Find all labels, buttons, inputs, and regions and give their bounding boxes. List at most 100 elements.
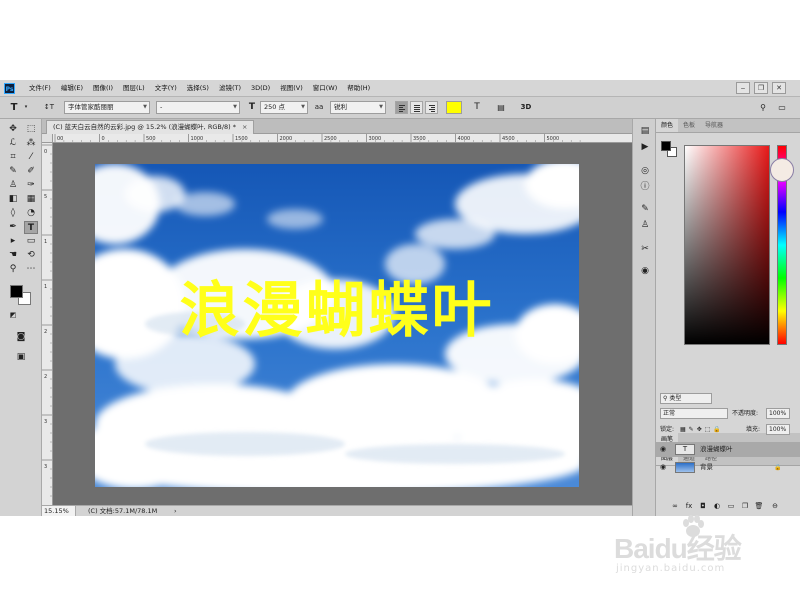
vertical-ruler[interactable]: 0 5 1 1 2 2 3 3 (42, 143, 53, 505)
menu-layer[interactable]: 图层(L) (118, 80, 150, 97)
crop-tool-icon[interactable]: ⌗ (6, 151, 20, 164)
type-tool-preset-icon[interactable]: T (6, 101, 22, 114)
chevron-down-icon: ▼ (301, 104, 305, 110)
warp-text-icon[interactable]: T (470, 101, 484, 114)
eyedropper-tool-icon[interactable]: ⁄ (24, 151, 38, 164)
move-tool-icon[interactable]: ✥ (6, 123, 20, 136)
quick-mask-icon[interactable]: ◙ (14, 331, 28, 344)
info-panel-icon[interactable]: ⓘ (638, 181, 652, 194)
paths-panel-icon[interactable]: ◉ (638, 265, 652, 278)
document-tab[interactable]: (C) 蓝天白云自然的云彩.jpg @ 15.2% (浪漫蝴蝶叶, RGB/8)… (46, 120, 255, 134)
color-panel-foreground-swatch[interactable] (661, 141, 671, 151)
font-family-select[interactable]: 字体管家酷丽丽 ▼ (64, 101, 150, 114)
chevron-down-icon: ▼ (379, 104, 383, 110)
link-layers-icon[interactable]: ∞ (670, 501, 680, 512)
text-color-swatch[interactable] (446, 101, 462, 114)
foreground-color-swatch[interactable] (10, 285, 23, 298)
layer-row-background[interactable]: ◉ 背景 🔒 (656, 460, 800, 475)
group-icon[interactable]: ▭ (726, 501, 736, 512)
3d-button[interactable]: 3D (518, 101, 534, 114)
menu-help[interactable]: 帮助(H) (342, 80, 375, 97)
history-panel-icon[interactable]: ▤ (638, 125, 652, 138)
tool-presets-icon[interactable]: ✂ (638, 243, 652, 256)
text-orientation-icon[interactable]: ↕T (40, 101, 58, 114)
ruler-ticks: 0 5 1 1 2 2 3 3 (42, 144, 52, 497)
shape-tool-icon[interactable]: ▭ (24, 235, 38, 248)
fill-field[interactable]: 100% (766, 424, 790, 435)
chevron-down-icon: ▼ (233, 104, 237, 110)
history-brush-icon[interactable]: ✑ (24, 179, 38, 192)
eye-icon[interactable]: ◉ (660, 460, 666, 475)
document-title: (C) 蓝天白云自然的云彩.jpg @ 15.2% (浪漫蝴蝶叶, RGB/8)… (53, 123, 237, 131)
menu-filter[interactable]: 滤镜(T) (214, 80, 246, 97)
screen-mode-icon[interactable]: ▣ (14, 351, 28, 364)
default-colors-icon[interactable]: ◩ (6, 309, 20, 322)
menu-image[interactable]: 图像(I) (88, 80, 118, 97)
clone-stamp-icon[interactable]: ♙ (6, 179, 20, 192)
align-right-button[interactable] (425, 101, 438, 114)
align-center-button[interactable] (410, 101, 423, 114)
lasso-tool-icon[interactable]: ℒ (6, 137, 20, 150)
ruler-ticks: 00 0 500 1000 1500 2000 2500 3000 3500 4000 4500 50… (54, 134, 581, 142)
ruler-label: 1500 (235, 136, 248, 142)
new-layer-icon[interactable]: ❐ (740, 501, 750, 512)
menu-file[interactable]: 文件(F) (24, 80, 56, 97)
zoom-tool-icon[interactable]: ⚲ (6, 263, 20, 276)
zoom-field[interactable]: 15.15% (42, 506, 76, 516)
zoom-out-icon[interactable]: ⊖ (770, 501, 780, 512)
brush-settings-icon[interactable]: ✎ (638, 203, 652, 216)
clone-source-icon[interactable]: ♙ (638, 219, 652, 232)
document-info[interactable]: (C) 文档:57.1M/78.1M (88, 506, 157, 516)
opacity-field[interactable]: 100% (766, 408, 790, 419)
dodge-tool-icon[interactable]: ◔ (24, 207, 38, 220)
brush-tool-icon[interactable]: ✐ (24, 165, 38, 178)
antialias-select[interactable]: 锐利 ▼ (330, 101, 386, 114)
close-icon[interactable]: × (242, 123, 247, 131)
ps-logo: Ps (4, 83, 15, 94)
actions-panel-icon[interactable]: ▶ (638, 141, 652, 154)
menu-window[interactable]: 窗口(W) (308, 80, 343, 97)
layer-style-icon[interactable]: fx (684, 501, 694, 512)
menu-3d[interactable]: 3D(D) (246, 80, 275, 97)
adjustment-layer-icon[interactable]: ◐ (712, 501, 722, 512)
menu-view[interactable]: 视图(V) (275, 80, 308, 97)
more-tools-icon[interactable]: ⋯ (24, 263, 38, 276)
baidu-watermark: Baidu经验 jingyan.baidu.com (614, 515, 764, 577)
font-style-select[interactable]: - ▼ (156, 101, 240, 114)
pasteboard[interactable]: 浪漫蝴蝶叶 (53, 143, 632, 505)
menu-select[interactable]: 选择(S) (182, 80, 214, 97)
status-menu-arrow-icon[interactable]: › (174, 506, 177, 516)
align-left-button[interactable] (395, 101, 408, 114)
ruler-label: 1 (44, 239, 47, 245)
menu-edit[interactable]: 编辑(E) (56, 80, 88, 97)
lock-icons[interactable]: ▦✎✥⬚🔒 (680, 424, 724, 435)
rotate-view-icon[interactable]: ⟲ (24, 249, 38, 262)
menu-type[interactable]: 文字(Y) (150, 80, 182, 97)
blend-mode-select[interactable]: 正常 (660, 408, 728, 419)
font-size-select[interactable]: 250 点 ▼ (260, 101, 308, 114)
horizontal-ruler[interactable]: 00 0 500 1000 1500 2000 2500 3000 3500 4000 4500 50… (53, 134, 632, 143)
canvas-image[interactable]: 浪漫蝴蝶叶 (95, 164, 579, 487)
character-panel-icon[interactable]: ▤ (494, 101, 508, 114)
eye-icon[interactable]: ◉ (660, 442, 666, 457)
blur-tool-icon[interactable]: ◊ (6, 207, 20, 220)
gradient-tool-icon[interactable]: ▦ (24, 193, 38, 206)
hand-tool-icon[interactable]: ☚ (6, 249, 20, 262)
layer-mask-icon[interactable]: ◘ (698, 501, 708, 512)
pen-tool-icon[interactable]: ✒ (6, 221, 20, 234)
layer-row-text[interactable]: ◉ T 浪漫蝴蝶叶 (656, 442, 800, 457)
trash-icon[interactable]: 🗑 (754, 501, 764, 512)
canvas-text-layer[interactable]: 浪漫蝴蝶叶 (95, 262, 579, 349)
quick-select-tool-icon[interactable]: ⁂ (24, 137, 38, 150)
ruler-label: 500 (146, 136, 156, 142)
healing-brush-icon[interactable]: ✎ (6, 165, 20, 178)
adjustments-panel-icon[interactable]: ◎ (638, 165, 652, 178)
ruler-origin[interactable] (42, 134, 53, 143)
chevron-down-icon[interactable]: ▾ (22, 101, 30, 114)
path-select-icon[interactable]: ▸ (6, 235, 20, 248)
ruler-label: 00 (57, 136, 63, 142)
marquee-tool-icon[interactable]: ⬚ (24, 123, 38, 136)
eraser-tool-icon[interactable]: ◧ (6, 193, 20, 206)
type-tool-icon[interactable]: T (24, 221, 38, 234)
layer-filter-select[interactable]: ⚲ 类型 (660, 393, 712, 404)
